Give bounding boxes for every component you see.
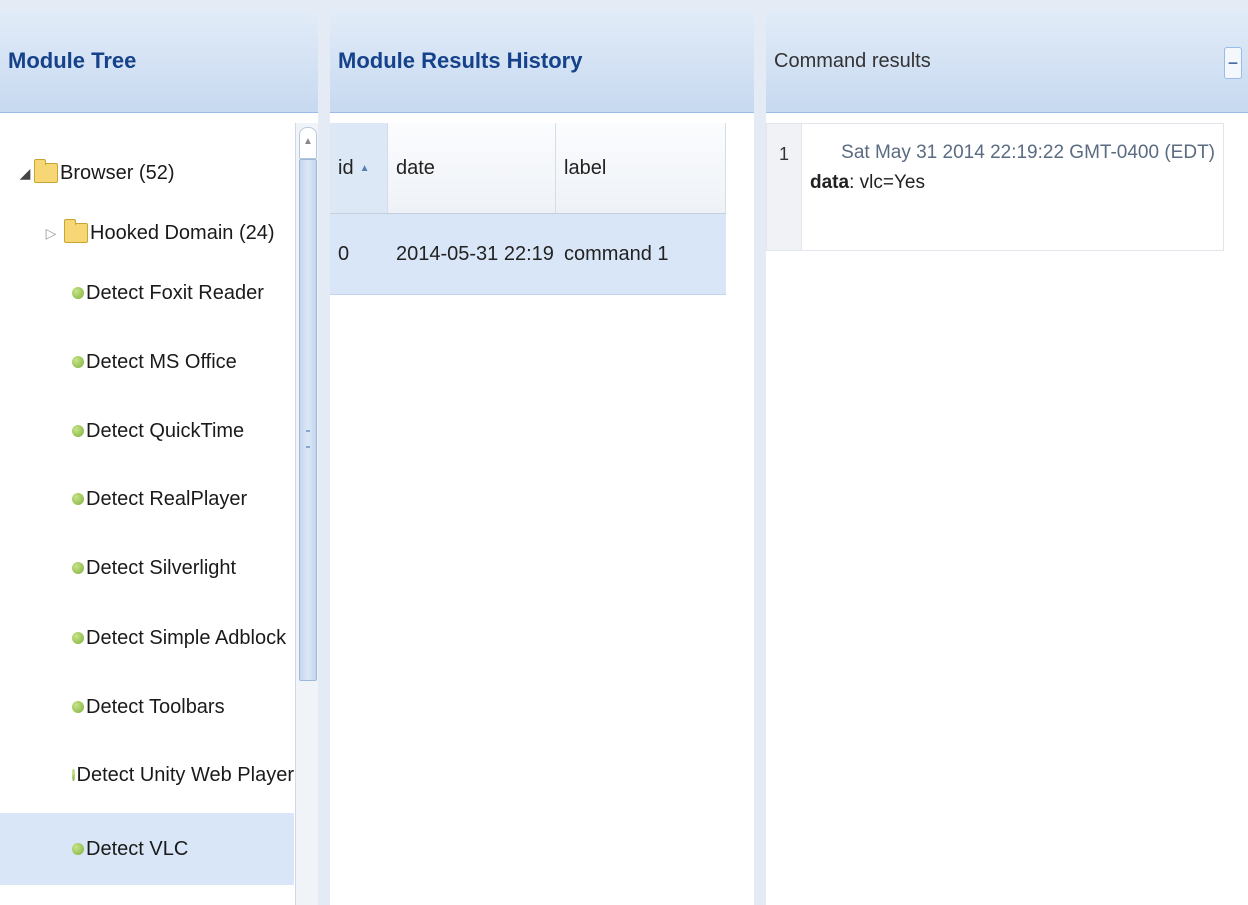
sort-asc-icon: ▲ [359, 162, 370, 174]
tree-node-label: Browser (52) [60, 161, 175, 184]
module-leaf-icon [72, 356, 84, 368]
cell-date: 2014-05-31 22:19 [396, 242, 554, 265]
module-leaf-icon [72, 769, 75, 781]
cell-id: 0 [338, 242, 350, 265]
module-leaf-icon [72, 493, 84, 505]
history-title: Module Results History [338, 48, 583, 73]
collapsed-arrow-icon[interactable]: ▷ [44, 225, 58, 242]
tree-node-detect-quicktime[interactable]: Detect QuickTime [0, 401, 294, 461]
grip-icon [306, 430, 310, 448]
module-leaf-icon [72, 632, 84, 644]
column-header-label: date [396, 156, 435, 179]
column-header-date[interactable]: date [388, 123, 556, 213]
app-window: Module Tree ◢ Browser (52) ▷ Hooked Doma… [0, 0, 1248, 905]
result-data: data: vlc=Yes [810, 172, 1215, 194]
column-header-id[interactable]: id ▲ [330, 123, 388, 213]
tree-node-detect-unity-web-player[interactable]: Detect Unity Web Player [0, 745, 294, 805]
tree-node-browser[interactable]: ◢ Browser (52) [0, 143, 294, 203]
tree-node-hooked-domain[interactable]: ▷ Hooked Domain (24) [0, 203, 294, 263]
cell-label: command 1 [564, 242, 669, 265]
folder-icon [64, 219, 88, 243]
scrollbar-thumb[interactable] [299, 159, 317, 681]
result-body: Sat May 31 2014 22:19:22 GMT-0400 (EDT) … [802, 124, 1223, 250]
collapse-button[interactable]: − [1224, 47, 1242, 79]
table-row[interactable]: 0 2014-05-31 22:19 command 1 [330, 214, 726, 295]
module-tree-title: Module Tree [8, 48, 137, 73]
column-header-label: label [564, 156, 607, 179]
tree-node-detect-silverlight[interactable]: Detect Silverlight [0, 538, 294, 598]
history-grid: id ▲ date label 0 2014-05-31 22:19 comma… [330, 123, 726, 295]
tree-node-detect-toolbars[interactable]: Detect Toolbars [0, 677, 294, 737]
minus-icon: − [1227, 52, 1239, 73]
module-leaf-icon [72, 287, 84, 299]
tree-node-detect-vlc[interactable]: Detect VLC [0, 813, 294, 885]
tree-node-label: Detect Silverlight [86, 556, 237, 579]
command-results-title: Command results [774, 49, 931, 72]
tree-node-label: Detect QuickTime [86, 419, 245, 442]
module-tree-list: ◢ Browser (52) ▷ Hooked Domain (24) Dete… [0, 123, 294, 905]
tree-node-detect-realplayer[interactable]: Detect RealPlayer [0, 469, 294, 529]
command-results-panel: Command results − 1 Sat May 31 2014 22:1… [766, 10, 1248, 905]
tree-node-label: Detect Simple Adblock [86, 626, 287, 649]
command-results-header: Command results [766, 10, 1248, 113]
column-header-label: id [338, 156, 354, 179]
tree-node-detect-ms-office[interactable]: Detect MS Office [0, 332, 294, 392]
grid-header: id ▲ date label [330, 123, 726, 214]
tree-scrollbar[interactable]: ▲ [295, 123, 318, 905]
result-data-value: : vlc=Yes [849, 172, 925, 193]
expanded-arrow-icon[interactable]: ◢ [18, 165, 32, 182]
tree-node-label: Detect Unity Web Player [76, 763, 295, 786]
module-tree-header: Module Tree [0, 10, 318, 113]
module-leaf-icon [72, 562, 84, 574]
module-tree-panel: Module Tree ◢ Browser (52) ▷ Hooked Doma… [0, 10, 318, 905]
tree-node-label: Hooked Domain (24) [90, 221, 275, 244]
history-panel: Module Results History id ▲ date label 0… [330, 10, 754, 905]
tree-node-detect-simple-adblock[interactable]: Detect Simple Adblock [0, 608, 294, 668]
module-tree-body: ◢ Browser (52) ▷ Hooked Domain (24) Dete… [0, 123, 318, 905]
tree-node-label: Detect VLC [86, 837, 189, 860]
scroll-up-arrow-icon[interactable]: ▲ [299, 127, 317, 159]
history-header: Module Results History [330, 10, 754, 113]
tree-node-label: Detect RealPlayer [86, 487, 248, 510]
folder-open-icon [34, 159, 58, 183]
tree-node-label: Detect MS Office [86, 350, 237, 373]
result-data-label: data [810, 172, 850, 193]
result-number: 1 [767, 124, 802, 250]
module-leaf-icon [72, 843, 84, 855]
result-entry: 1 Sat May 31 2014 22:19:22 GMT-0400 (EDT… [766, 123, 1224, 251]
tree-node-label: Detect Foxit Reader [86, 281, 264, 304]
column-header-label-col[interactable]: label [556, 123, 726, 213]
module-leaf-icon [72, 701, 84, 713]
result-date: Sat May 31 2014 22:19:22 GMT-0400 (EDT) [841, 142, 1215, 163]
tree-node-label: Detect Toolbars [86, 695, 225, 718]
module-leaf-icon [72, 425, 84, 437]
tree-node-detect-foxit-reader[interactable]: Detect Foxit Reader [0, 263, 294, 323]
